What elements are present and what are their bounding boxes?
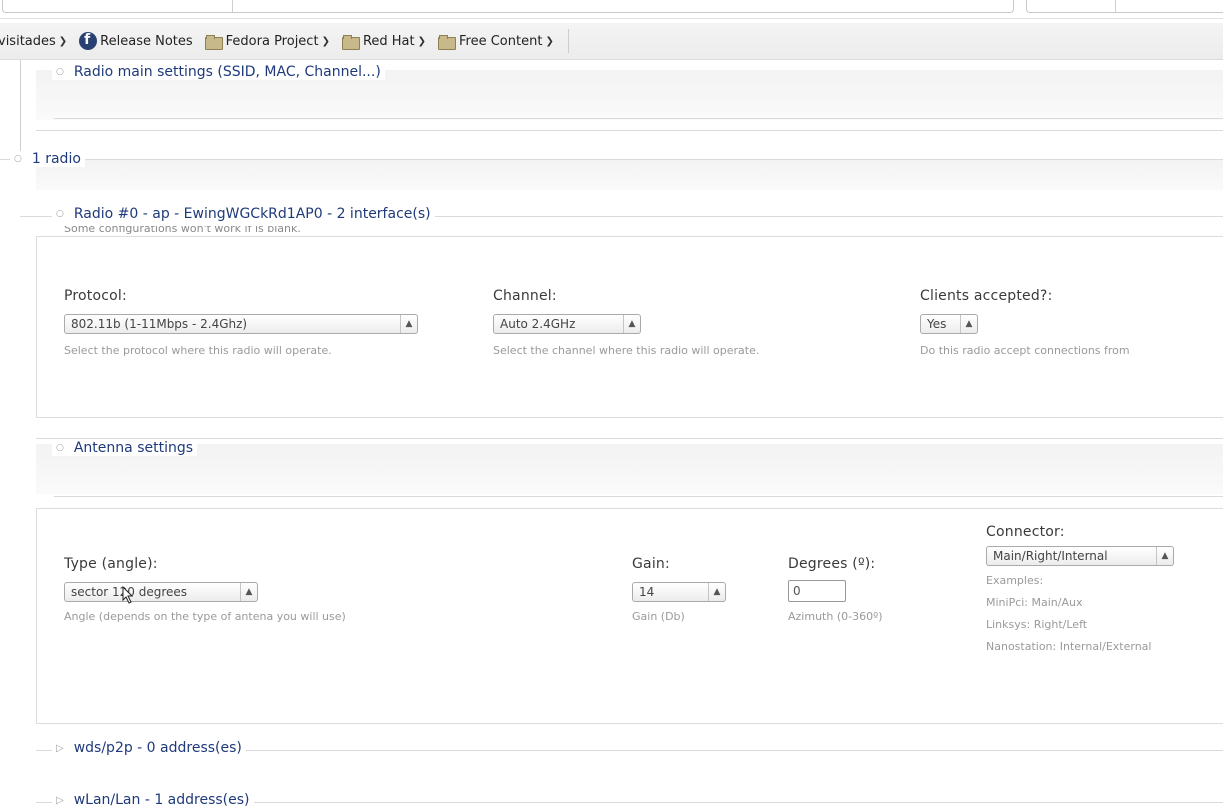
chevron-down-icon: ❯ (321, 35, 330, 47)
select-arrows-icon: ▲ (960, 315, 977, 333)
channel-select[interactable]: Auto 2.4GHz ▲ (493, 314, 641, 334)
bookmarks-toolbar: visitades ❯ Release Notes Fedora Project… (0, 23, 1223, 60)
collapse-icon: ○ (56, 67, 64, 77)
connector-label: Connector: (986, 524, 1065, 540)
clients-help: Do this radio accept connections from (920, 344, 1130, 357)
folder-icon (438, 34, 457, 50)
protocol-label: Protocol: (64, 288, 127, 304)
collapse-icon: ○ (56, 209, 64, 219)
select-arrows-icon: ▲ (400, 315, 417, 333)
channel-help: Select the channel where this radio will… (493, 344, 760, 357)
clients-select[interactable]: Yes ▲ (920, 314, 978, 334)
fieldset-background (36, 444, 1223, 494)
bookmark-label: Red Hat (362, 33, 415, 49)
url-bar[interactable] (2, 0, 1014, 13)
degrees-value: 0 (793, 584, 801, 598)
bookmark-most-visited[interactable]: visitades ❯ (0, 29, 71, 53)
protocol-select[interactable]: 802.11b (1-11Mbps - 2.4Ghz) ▲ (64, 314, 418, 334)
fieldset-radio-0[interactable]: ○ Radio #0 - ap - EwingWGCkRd1AP0 - 2 in… (52, 206, 435, 222)
fieldset-border (20, 60, 21, 160)
folder-icon (204, 34, 223, 50)
type-label: Type (angle): (64, 556, 158, 572)
degrees-help: Azimuth (0-360º) (788, 610, 883, 623)
protocol-help: Select the protocol where this radio wil… (64, 344, 332, 357)
fieldset-wlan-lan[interactable]: ▷ wLan/Lan - 1 address(es) (52, 792, 254, 808)
connector-example-item: MiniPci: Main/Aux (986, 596, 1083, 609)
channel-label: Channel: (493, 288, 557, 304)
divider (36, 438, 1223, 439)
url-bar-divider (232, 0, 233, 12)
expand-icon: ▷ (56, 794, 64, 806)
protocol-value: 802.11b (1-11Mbps - 2.4Ghz) (71, 317, 248, 331)
fieldset-title: wds/p2p - 0 address(es) (73, 740, 242, 756)
url-bar-area (0, 0, 1223, 19)
collapse-icon: ○ (56, 443, 64, 453)
toolbar-divider (567, 29, 569, 53)
divider (54, 118, 1223, 119)
gain-label: Gain: (632, 556, 670, 572)
select-arrows-icon: ▲ (240, 583, 257, 601)
fieldset-radio-main-settings[interactable]: ○ Radio main settings (SSID, MAC, Channe… (52, 64, 385, 80)
fieldset-title: Radio #0 - ap - EwingWGCkRd1AP0 - 2 inte… (73, 206, 431, 222)
search-bar-divider (1115, 0, 1116, 12)
fieldset-title: wLan/Lan - 1 address(es) (73, 792, 250, 808)
mouse-cursor-icon (122, 586, 134, 604)
chevron-down-icon: ❯ (545, 35, 554, 47)
select-arrows-icon: ▲ (708, 583, 725, 601)
channel-value: Auto 2.4GHz (500, 317, 576, 331)
clients-value: Yes (927, 317, 947, 331)
bookmark-label: visitades (0, 33, 56, 49)
select-arrows-icon: ▲ (1156, 547, 1173, 565)
fieldset-radios[interactable]: ○ 1 radio (10, 151, 85, 167)
fieldset-antenna-settings[interactable]: ○ Antenna settings (52, 440, 198, 456)
connector-examples-title: Examples: (986, 574, 1044, 587)
bookmark-release-notes[interactable]: Release Notes (75, 29, 196, 53)
fieldset-title: Antenna settings (73, 440, 194, 456)
hint-text: Some configurations won't work if is bla… (64, 226, 301, 235)
clients-label: Clients accepted?: (920, 288, 1053, 304)
bookmark-label: Free Content (459, 33, 543, 49)
divider (54, 496, 1223, 497)
connector-value: Main/Right/Internal (993, 549, 1108, 563)
divider (36, 130, 1223, 131)
folder-icon (341, 34, 360, 50)
chevron-down-icon: ❯ (58, 35, 68, 47)
divider (0, 159, 1223, 160)
page-content: ○ Radio main settings (SSID, MAC, Channe… (0, 60, 1223, 812)
fedora-icon (79, 32, 98, 50)
type-help: Angle (depends on the type of antena you… (64, 610, 346, 623)
bookmark-label: Fedora Project (225, 33, 319, 49)
select-arrows-icon: ▲ (623, 315, 640, 333)
fieldset-title: Radio main settings (SSID, MAC, Channel.… (73, 64, 381, 80)
fieldset-background (36, 160, 1223, 190)
connector-example-item: Nanostation: Internal/External (986, 640, 1152, 653)
fieldset-title: 1 radio (31, 151, 81, 167)
gain-help: Gain (Db) (632, 610, 685, 623)
bookmark-free-content[interactable]: Free Content ❯ (434, 29, 558, 53)
bookmark-label: Release Notes (100, 33, 193, 49)
gain-value: 14 (639, 585, 655, 599)
fieldset-wds-p2p[interactable]: ▷ wds/p2p - 0 address(es) (52, 740, 246, 756)
connector-select[interactable]: Main/Right/Internal ▲ (986, 546, 1174, 566)
expand-icon: ▷ (56, 742, 64, 754)
type-select[interactable]: sector 120 degrees ▲ (64, 582, 258, 602)
collapse-icon: ○ (14, 154, 22, 164)
degrees-input[interactable]: 0 (788, 580, 846, 602)
chevron-down-icon: ❯ (417, 35, 427, 47)
connector-example-item: Linksys: Right/Left (986, 618, 1088, 631)
bookmark-fedora-project[interactable]: Fedora Project ❯ (201, 29, 334, 53)
degrees-label: Degrees (º): (788, 556, 876, 572)
gain-select[interactable]: 14 ▲ (632, 582, 726, 602)
search-bar[interactable] (1026, 0, 1223, 13)
bookmark-red-hat[interactable]: Red Hat ❯ (338, 29, 430, 53)
